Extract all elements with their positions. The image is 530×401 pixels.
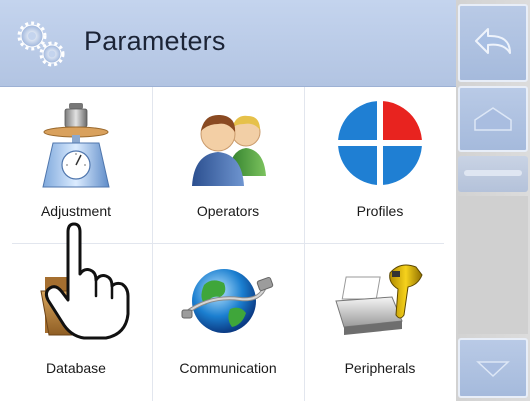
scroll-up-button[interactable] bbox=[458, 156, 528, 192]
scroll-up-icon bbox=[464, 170, 522, 176]
page-title: Parameters bbox=[84, 26, 226, 56]
tile-label: Adjustment bbox=[40, 203, 112, 219]
tile-adjustment[interactable]: Adjustment bbox=[0, 87, 152, 244]
tile-label: Communication bbox=[179, 360, 277, 376]
undo-icon bbox=[475, 28, 511, 54]
tile-peripherals[interactable]: Peripherals bbox=[304, 244, 456, 401]
scroll-down-icon bbox=[476, 361, 510, 378]
tile-operators[interactable]: Operators bbox=[152, 87, 304, 244]
header-bar: Parameters bbox=[0, 0, 456, 87]
home-button[interactable] bbox=[458, 86, 528, 152]
scroll-down-button[interactable] bbox=[458, 338, 528, 398]
parameters-grid: Adjustment Operators Profiles Database C… bbox=[0, 87, 456, 401]
scale-weight-icon bbox=[42, 103, 110, 188]
tile-label: Peripherals bbox=[344, 360, 416, 376]
printer-scanner-icon bbox=[335, 264, 423, 335]
users-icon bbox=[192, 114, 266, 186]
tile-database[interactable]: Database bbox=[0, 244, 152, 401]
scroll-track[interactable] bbox=[458, 196, 528, 334]
tile-communication[interactable]: Communication bbox=[152, 244, 304, 401]
profiles-pie-icon bbox=[337, 100, 423, 186]
right-sidebar bbox=[456, 0, 530, 401]
tile-label: Operators bbox=[196, 203, 260, 219]
globe-cable-icon bbox=[181, 269, 274, 333]
folder-icon bbox=[40, 277, 116, 336]
tile-label: Profiles bbox=[356, 203, 404, 219]
gears-icon bbox=[17, 21, 65, 67]
parameters-screen: Parameters Adjustment Operators Profiles… bbox=[0, 0, 530, 401]
undo-button[interactable] bbox=[458, 4, 528, 82]
home-icon bbox=[474, 107, 512, 131]
tile-label: Database bbox=[46, 360, 106, 376]
tile-profiles[interactable]: Profiles bbox=[304, 87, 456, 244]
